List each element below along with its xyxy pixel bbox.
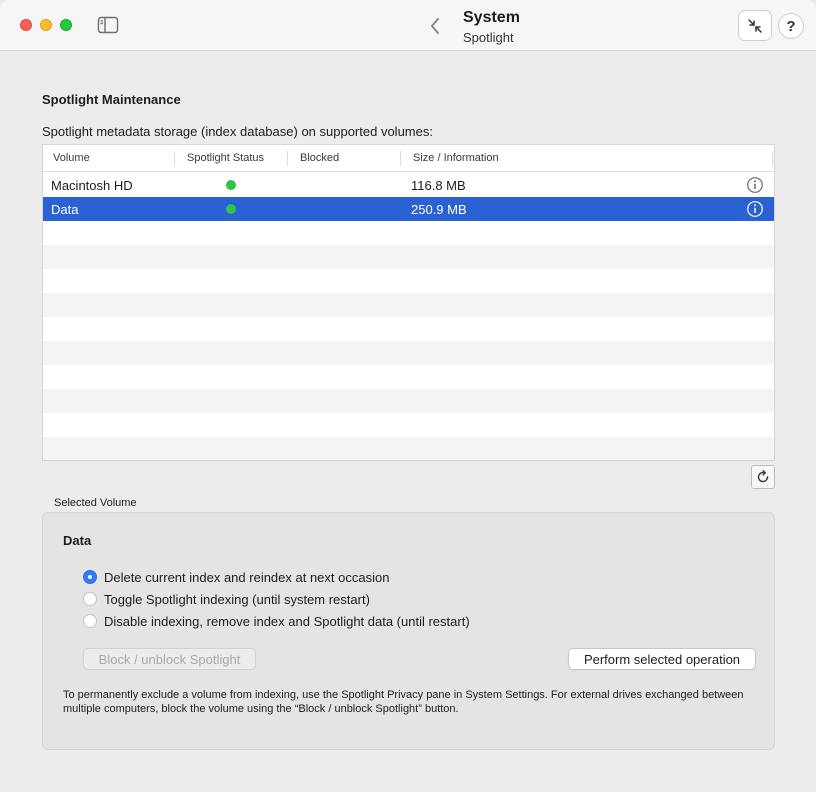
- table-row[interactable]: Macintosh HD 116.8 MB: [43, 173, 774, 197]
- group-label: Selected Volume: [54, 497, 137, 509]
- close-window-button[interactable]: [20, 19, 32, 31]
- radio-button[interactable]: [83, 570, 97, 584]
- titlebar: System Spotlight ?: [0, 0, 816, 51]
- radio-button[interactable]: [83, 614, 97, 628]
- sidebar-icon[interactable]: [97, 16, 119, 34]
- column-header-size[interactable]: Size / Information: [413, 152, 499, 164]
- section-title: Spotlight Maintenance: [42, 92, 181, 107]
- volume-name: Macintosh HD: [51, 178, 133, 193]
- selected-volume-panel: Data Delete current index and reindex at…: [42, 512, 775, 750]
- column-divider: [772, 151, 773, 166]
- column-divider: [174, 151, 175, 166]
- refresh-icon: [757, 470, 769, 483]
- radio-button[interactable]: [83, 592, 97, 606]
- column-divider: [287, 151, 288, 166]
- empty-row: [43, 389, 774, 413]
- block-unblock-button[interactable]: Block / unblock Spotlight: [83, 648, 256, 670]
- column-header-blocked[interactable]: Blocked: [300, 152, 339, 164]
- volumes-table: Volume Spotlight Status Blocked Size / I…: [42, 144, 775, 461]
- selected-volume-name: Data: [63, 533, 92, 548]
- empty-row: [43, 413, 774, 437]
- empty-row: [43, 293, 774, 317]
- option-disable-indexing[interactable]: Disable indexing, remove index and Spotl…: [83, 612, 470, 630]
- status-indicator: [226, 204, 236, 214]
- option-label: Delete current index and reindex at next…: [104, 569, 390, 585]
- empty-row: [43, 269, 774, 293]
- chevron-left-icon[interactable]: [426, 15, 444, 37]
- shrink-icon: [748, 18, 762, 33]
- status-indicator: [226, 180, 236, 190]
- option-label: Toggle Spotlight indexing (until system …: [104, 591, 370, 607]
- table-row[interactable]: Data 250.9 MB: [43, 197, 774, 221]
- empty-row: [43, 341, 774, 365]
- empty-row: [43, 365, 774, 389]
- empty-row: [43, 317, 774, 341]
- option-toggle-indexing[interactable]: Toggle Spotlight indexing (until system …: [83, 590, 370, 608]
- info-icon[interactable]: [746, 200, 764, 218]
- option-reindex[interactable]: Delete current index and reindex at next…: [83, 568, 389, 586]
- window-subtitle: Spotlight: [463, 30, 514, 45]
- help-icon: ?: [786, 17, 796, 35]
- shrink-button[interactable]: [738, 10, 772, 41]
- help-note: To permanently exclude a volume from ind…: [63, 689, 744, 715]
- perform-operation-button[interactable]: Perform selected operation: [568, 648, 756, 670]
- app-window: System Spotlight ? Spotlight Maintenance…: [0, 0, 816, 792]
- column-header-status[interactable]: Spotlight Status: [187, 152, 264, 164]
- volume-name: Data: [51, 202, 79, 217]
- table-header: Volume Spotlight Status Blocked Size / I…: [43, 145, 774, 172]
- size-value: 116.8 MB: [411, 178, 466, 193]
- minimize-window-button[interactable]: [40, 19, 52, 31]
- option-label: Disable indexing, remove index and Spotl…: [104, 613, 470, 629]
- table-caption: Spotlight metadata storage (index databa…: [42, 124, 433, 139]
- window-title: System: [463, 9, 520, 26]
- empty-row: [43, 437, 774, 460]
- column-divider: [400, 151, 401, 166]
- info-icon[interactable]: [746, 176, 764, 194]
- refresh-button[interactable]: [751, 465, 775, 489]
- help-button[interactable]: ?: [778, 13, 804, 39]
- column-header-volume[interactable]: Volume: [53, 152, 90, 164]
- maximize-window-button[interactable]: [60, 19, 72, 31]
- table-body: Macintosh HD 116.8 MB Data 250.9 MB: [43, 173, 774, 460]
- size-value: 250.9 MB: [411, 202, 467, 217]
- empty-row: [43, 245, 774, 269]
- empty-row: [43, 221, 774, 245]
